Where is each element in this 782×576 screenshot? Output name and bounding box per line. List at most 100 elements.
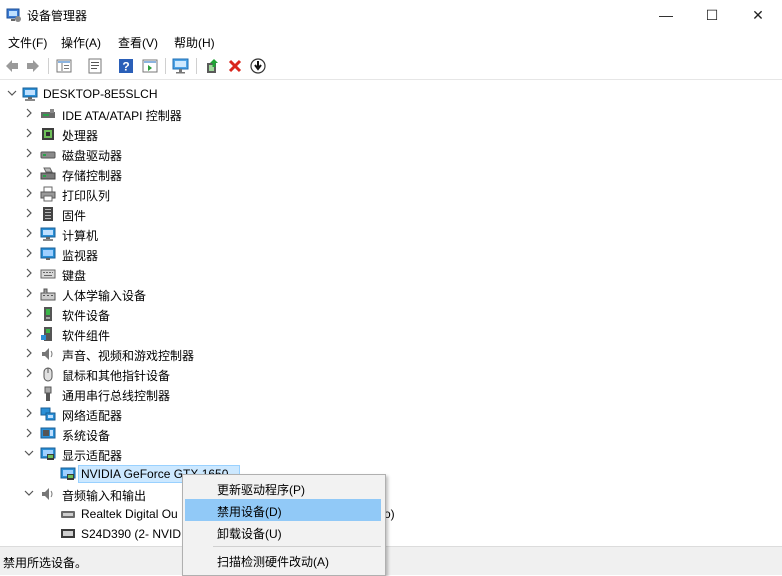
tree-category-label: 监视器	[62, 249, 99, 263]
scrollbar[interactable]	[778, 82, 782, 546]
system-device-icon	[40, 427, 56, 439]
tree-category[interactable]: 网络适配器	[0, 404, 782, 424]
chevron-right-icon[interactable]	[23, 246, 35, 260]
tree-category[interactable]: IDE ATA/ATAPI 控制器	[0, 104, 782, 124]
tree-category[interactable]: 监视器	[0, 244, 782, 264]
minimize-button[interactable]: —	[643, 0, 689, 30]
usb-icon	[44, 386, 52, 401]
network-adapter-icon	[40, 407, 56, 421]
firmware-icon	[43, 207, 53, 221]
back-icon[interactable]	[3, 57, 21, 75]
chevron-right-icon[interactable]	[23, 266, 35, 280]
tree-category-label: 处理器	[62, 129, 99, 143]
print-queue-icon	[40, 186, 56, 202]
toolbar-separator	[165, 58, 166, 74]
disk-drive-icon	[40, 151, 56, 159]
tree-category[interactable]: 显示适配器	[0, 444, 782, 464]
speaker-device-icon	[61, 511, 75, 518]
menu-item-scan-hardware[interactable]: 扫描检测硬件改动(A)	[185, 549, 381, 571]
chevron-right-icon[interactable]	[23, 126, 35, 140]
chevron-right-icon[interactable]	[23, 206, 35, 220]
chevron-right-icon[interactable]	[23, 366, 35, 380]
storage-controller-icon	[40, 167, 56, 180]
chevron-right-icon[interactable]	[23, 286, 35, 300]
tree-device[interactable]: S24D390 (2- NVID	[0, 524, 782, 544]
computer-root-icon	[22, 87, 38, 101]
chevron-right-icon[interactable]	[23, 406, 35, 420]
chevron-right-icon[interactable]	[23, 226, 35, 240]
properties-icon[interactable]	[86, 57, 104, 75]
disable-icon[interactable]	[249, 57, 267, 75]
tree-category[interactable]: 存储控制器	[0, 164, 782, 184]
menu-item-disable-device[interactable]: 禁用设备(D)	[185, 499, 381, 521]
action-pane-icon[interactable]	[141, 57, 159, 75]
chevron-right-icon[interactable]	[23, 386, 35, 400]
menu-separator	[213, 546, 381, 547]
tree-category-label: 人体学输入设备	[62, 289, 147, 303]
menu-item-label: 扫描检测硬件改动(A)	[217, 555, 329, 569]
forward-icon[interactable]	[24, 57, 42, 75]
chevron-right-icon[interactable]	[23, 306, 35, 320]
tree-category-label: IDE ATA/ATAPI 控制器	[62, 109, 182, 123]
tree-device[interactable]: Realtek Digital Ou o)	[0, 504, 782, 524]
chevron-right-icon[interactable]	[23, 166, 35, 180]
scan-hardware-icon[interactable]	[172, 57, 190, 75]
chevron-right-icon[interactable]	[23, 106, 35, 120]
tree-category[interactable]: 软件组件	[0, 324, 782, 344]
toolbar: ?	[0, 53, 782, 80]
device-tree[interactable]: DESKTOP-8E5SLCH IDE ATA/ATAPI 控制器 处理器 磁盘…	[0, 82, 782, 546]
ide-controller-icon	[41, 109, 55, 118]
menu-view[interactable]: 查看(V)	[118, 34, 158, 51]
mouse-icon	[43, 367, 53, 382]
chevron-right-icon[interactable]	[23, 146, 35, 160]
tree-category[interactable]: 键盘	[0, 264, 782, 284]
hid-icon	[40, 288, 56, 301]
menu-bar: 文件(F) 操作(A) 查看(V) 帮助(H)	[0, 30, 782, 52]
gpu-device-icon	[60, 467, 76, 480]
tree-category[interactable]: 通用串行总线控制器	[0, 384, 782, 404]
tree-category-label: 网络适配器	[62, 409, 123, 423]
close-button[interactable]: ✕	[735, 0, 781, 30]
tree-category[interactable]: 声音、视频和游戏控制器	[0, 344, 782, 364]
help-icon[interactable]: ?	[117, 57, 135, 75]
tree-category[interactable]: 磁盘驱动器	[0, 144, 782, 164]
tree-category[interactable]: 固件	[0, 204, 782, 224]
minimize-icon: —	[659, 7, 673, 23]
menu-item-update-driver[interactable]: 更新驱动程序(P)	[185, 477, 381, 499]
update-driver-icon[interactable]	[203, 57, 221, 75]
sound-icon	[42, 348, 53, 360]
chevron-down-icon[interactable]	[6, 86, 18, 100]
tree-category[interactable]: 处理器	[0, 124, 782, 144]
chevron-right-icon[interactable]	[23, 326, 35, 340]
show-hide-tree-icon[interactable]	[55, 57, 73, 75]
toolbar-separator	[196, 58, 197, 74]
tree-category[interactable]: 鼠标和其他指针设备	[0, 364, 782, 384]
chevron-right-icon[interactable]	[23, 426, 35, 440]
tree-category[interactable]: 人体学输入设备	[0, 284, 782, 304]
chevron-down-icon[interactable]	[23, 486, 35, 500]
menu-action[interactable]: 操作(A)	[61, 34, 101, 51]
maximize-button[interactable]: ☐	[689, 0, 735, 30]
chevron-right-icon[interactable]	[23, 186, 35, 200]
menu-file[interactable]: 文件(F)	[8, 34, 47, 51]
tree-category[interactable]: 软件设备	[0, 304, 782, 324]
tree-category[interactable]: 打印队列	[0, 184, 782, 204]
tree-root-label: DESKTOP-8E5SLCH	[43, 87, 158, 101]
monitor-icon	[40, 247, 56, 260]
uninstall-icon[interactable]	[226, 57, 244, 75]
tree-root[interactable]: DESKTOP-8E5SLCH	[0, 84, 782, 104]
tree-device-label: S24D390 (2- NVID	[81, 527, 182, 541]
tree-category-label: 软件组件	[62, 329, 111, 343]
chevron-right-icon[interactable]	[23, 346, 35, 360]
tree-category[interactable]: 音频输入和输出	[0, 484, 782, 504]
menu-help[interactable]: 帮助(H)	[174, 34, 215, 51]
tree-category[interactable]: 计算机	[0, 224, 782, 244]
title-bar: 设备管理器 — ☐ ✕	[0, 0, 782, 30]
tree-category[interactable]: 系统设备	[0, 424, 782, 444]
audio-io-icon	[42, 488, 53, 500]
tree-device[interactable]: NVIDIA GeForce GTX 1650	[0, 464, 782, 484]
maximize-icon: ☐	[705, 6, 719, 23]
menu-item-uninstall-device[interactable]: 卸载设备(U)	[185, 521, 381, 543]
chevron-down-icon[interactable]	[23, 446, 35, 460]
software-component-icon	[41, 327, 52, 341]
